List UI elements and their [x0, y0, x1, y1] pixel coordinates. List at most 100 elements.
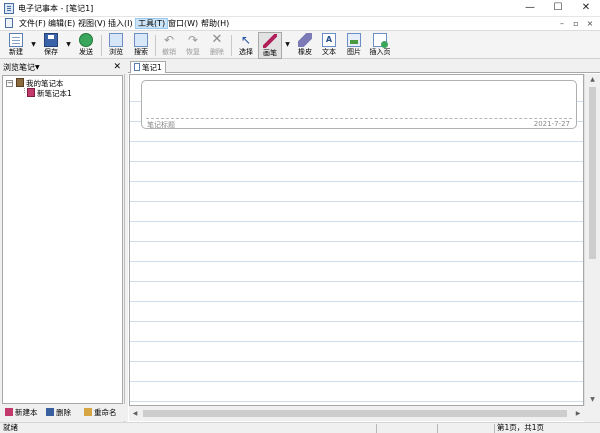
toolbar-separator: [155, 35, 156, 56]
select-button[interactable]: ↖ 选择: [234, 32, 258, 59]
note-date: 2021-7-27: [533, 120, 570, 128]
send-icon: [79, 33, 93, 47]
scroll-up-icon[interactable]: ▲: [585, 74, 600, 86]
redo-icon: ↷: [187, 33, 199, 47]
mdi-minimize-button[interactable]: –: [556, 18, 568, 29]
menu-bar: 文件(F) 编辑(E) 视图(V) 插入(I) 工具(T) 窗口(W) 帮助(H…: [0, 17, 600, 30]
scroll-left-icon[interactable]: ◀: [129, 406, 141, 421]
menu-tools[interactable]: 工具(T): [135, 18, 169, 29]
save-dropdown-icon[interactable]: ▼: [65, 41, 72, 49]
status-text: 就绪: [3, 423, 18, 432]
status-separator: [376, 424, 377, 433]
toolbar-separator: [231, 35, 232, 56]
new-button[interactable]: 新建: [4, 32, 28, 59]
redo-button[interactable]: ↷ 恢复: [181, 32, 205, 59]
delete-notebook-button[interactable]: 删除: [46, 407, 71, 418]
tab-label: 笔记1: [142, 63, 162, 72]
new-document-icon: [9, 33, 23, 47]
send-button-label: 发送: [79, 48, 93, 56]
menu-help[interactable]: 帮助(H): [199, 18, 231, 29]
panel-title[interactable]: 浏览笔记: [3, 62, 35, 73]
save-icon: [44, 33, 58, 47]
vertical-scroll-thumb[interactable]: [589, 87, 596, 259]
scroll-right-icon[interactable]: ▶: [572, 406, 584, 421]
document-tabbar: 笔记1: [128, 61, 600, 73]
delete-button[interactable]: ✕ 删除: [205, 32, 229, 59]
notebook-icon: [27, 88, 35, 97]
rename-notebook-icon: [84, 408, 92, 416]
pen-icon: [263, 34, 277, 48]
mdi-restore-button[interactable]: ▫: [570, 18, 582, 29]
insert-page-button[interactable]: 插入页: [366, 32, 394, 59]
horizontal-scroll-thumb[interactable]: [143, 410, 567, 417]
note-title-field[interactable]: 笔记标题: [147, 120, 175, 130]
browse-button[interactable]: 浏览: [104, 32, 128, 59]
pen-button-label: 画笔: [263, 49, 277, 57]
note-header[interactable]: 笔记标题 2021-7-27: [141, 80, 577, 129]
pen-dropdown-icon[interactable]: ▼: [284, 41, 291, 49]
notes-browser-panel: 浏览笔记 ▼ ✕ − 我的笔记本 新笔记本1 新建本 删除 重命名: [0, 61, 125, 422]
panel-close-icon[interactable]: ✕: [113, 61, 121, 73]
note-header-divider: [146, 118, 572, 119]
redo-button-label: 恢复: [186, 48, 200, 56]
eraser-icon: [298, 33, 312, 47]
text-button[interactable]: A 文本: [317, 32, 341, 59]
menu-insert[interactable]: 插入(I): [106, 18, 135, 29]
tree-item-label: 新笔记本1: [37, 89, 72, 98]
undo-button-label: 撤销: [162, 48, 176, 56]
image-button[interactable]: 图片: [342, 32, 366, 59]
tab-note1[interactable]: 笔记1: [130, 61, 166, 73]
undo-icon: ↶: [163, 33, 175, 47]
browse-icon: [109, 33, 123, 47]
eraser-button[interactable]: 橡皮: [293, 32, 317, 59]
note-page[interactable]: 笔记标题 2021-7-27: [129, 74, 584, 406]
delete-icon: ✕: [211, 32, 223, 47]
rename-notebook-label: 重命名: [94, 408, 117, 417]
toolbar-separator: [101, 35, 102, 56]
search-button[interactable]: 搜索: [129, 32, 153, 59]
minimize-button[interactable]: —: [516, 0, 544, 17]
undo-button[interactable]: ↶ 撤销: [157, 32, 181, 59]
select-arrow-icon: ↖: [240, 33, 252, 47]
tree-collapse-toggle[interactable]: −: [6, 80, 13, 87]
menu-edit[interactable]: 编辑(E): [46, 18, 77, 29]
insert-page-button-label: 插入页: [369, 48, 391, 56]
send-button[interactable]: 发送: [74, 32, 98, 59]
maximize-button[interactable]: ☐: [544, 0, 572, 17]
menu-view[interactable]: 视图(V): [76, 18, 108, 29]
delete-notebook-icon: [46, 408, 54, 416]
tree-item-notebook[interactable]: 新笔记本1: [27, 88, 72, 98]
menu-file[interactable]: 文件(F): [17, 18, 48, 29]
mdi-close-button[interactable]: ×: [584, 18, 596, 29]
horizontal-scrollbar[interactable]: ◀ ▶: [129, 406, 584, 421]
document-icon[interactable]: [5, 18, 13, 28]
pen-button[interactable]: 画笔: [258, 32, 282, 59]
new-button-label: 新建: [9, 48, 23, 56]
panel-footer: 新建本 删除 重命名: [0, 404, 125, 421]
image-icon: [347, 33, 361, 47]
select-button-label: 选择: [239, 48, 253, 56]
search-icon: [134, 33, 148, 47]
browse-button-label: 浏览: [109, 48, 123, 56]
insert-page-icon: [373, 33, 388, 48]
new-dropdown-icon[interactable]: ▼: [30, 41, 37, 49]
tree-connector: [24, 88, 25, 93]
status-separator: [494, 424, 495, 433]
close-button[interactable]: ✕: [572, 0, 600, 17]
scroll-down-icon[interactable]: ▼: [585, 394, 600, 406]
menu-window[interactable]: 窗口(W): [166, 18, 200, 29]
new-notebook-button[interactable]: 新建本: [5, 407, 38, 418]
save-button[interactable]: 保存: [39, 32, 63, 59]
panel-dropdown-icon[interactable]: ▼: [35, 62, 40, 73]
status-bar: 就绪 第1页，共1页: [0, 422, 600, 433]
rename-notebook-button[interactable]: 重命名: [84, 407, 117, 418]
notebook-tree[interactable]: − 我的笔记本 新笔记本1: [2, 75, 123, 404]
tree-item-root[interactable]: 我的笔记本: [16, 78, 64, 88]
note-tab-icon: [134, 63, 140, 71]
vertical-scrollbar[interactable]: ▲ ▼: [584, 74, 600, 406]
image-button-label: 图片: [347, 48, 361, 56]
scroll-corner: [584, 406, 600, 422]
eraser-button-label: 橡皮: [298, 48, 312, 56]
new-notebook-icon: [5, 408, 13, 416]
delete-button-label: 删除: [210, 48, 224, 56]
